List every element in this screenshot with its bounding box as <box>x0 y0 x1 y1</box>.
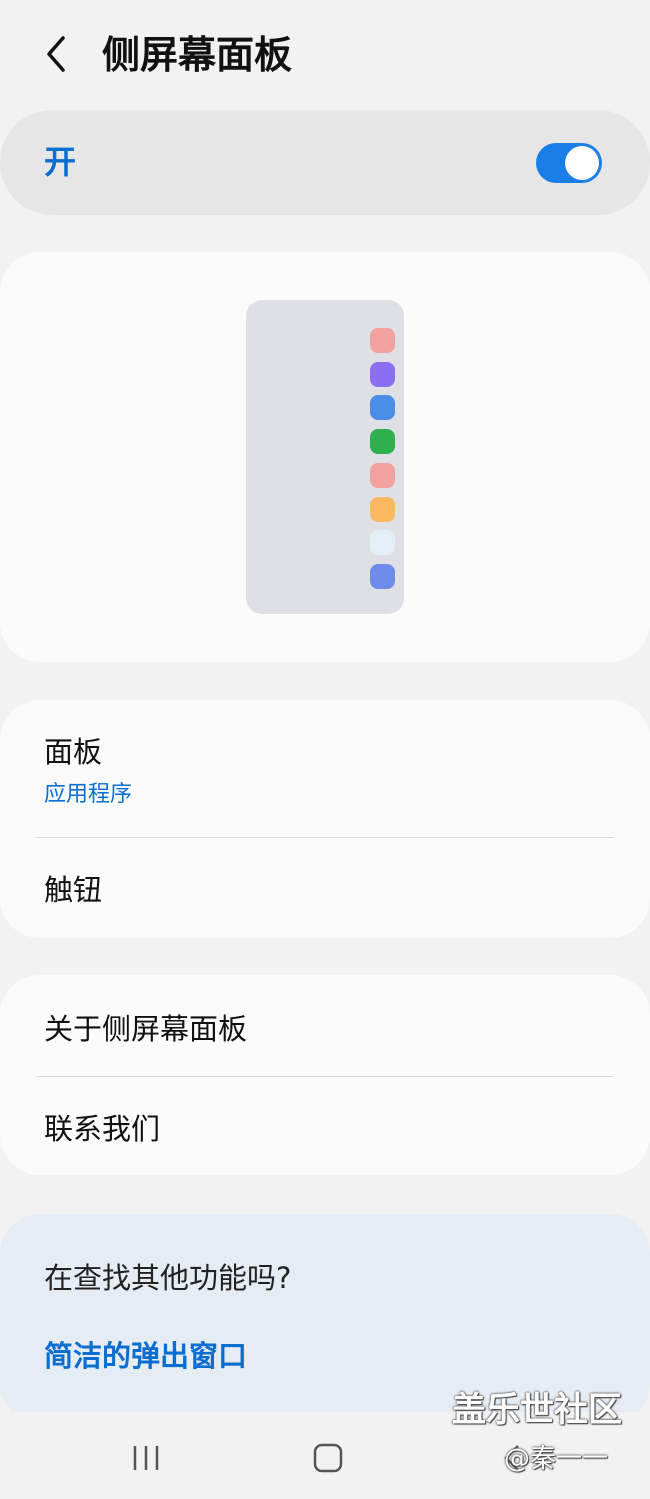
panels-title: 面板 <box>44 735 103 769</box>
watermark-brand: 盖乐世社区 <box>452 1390 622 1430</box>
suggestion-link[interactable]: 简洁的弹出窗口 <box>44 1336 247 1376</box>
recents-button[interactable] <box>121 1436 171 1480</box>
watermark-author: @秦一一 <box>504 1444 609 1474</box>
about-title: 关于侧屏幕面板 <box>44 1012 248 1046</box>
recents-icon <box>133 1446 159 1470</box>
preview-app-icon <box>370 564 395 589</box>
master-switch-label: 开 <box>44 143 77 181</box>
home-button[interactable] <box>303 1436 353 1480</box>
settings-group-panels: 面板 应用程序 触钮 <box>0 700 650 938</box>
list-item-about[interactable]: 关于侧屏幕面板 <box>0 975 650 1076</box>
page-title: 侧屏幕面板 <box>102 33 293 77</box>
chevron-left-icon <box>47 36 65 72</box>
preview-app-icon <box>370 328 395 353</box>
settings-group-info: 关于侧屏幕面板 联系我们 <box>0 975 650 1175</box>
panels-subtitle: 应用程序 <box>44 782 133 807</box>
preview-app-icon <box>370 463 395 488</box>
list-item-handle[interactable]: 触钮 <box>0 838 650 938</box>
home-icon <box>313 1443 343 1473</box>
list-item-contact[interactable]: 联系我们 <box>0 1077 650 1175</box>
preview-app-icon <box>370 497 395 522</box>
back-button[interactable] <box>30 28 82 80</box>
suggestion-question: 在查找其他功能吗? <box>44 1261 292 1295</box>
list-item-panels[interactable]: 面板 应用程序 <box>0 700 650 838</box>
contact-title: 联系我们 <box>44 1112 161 1146</box>
master-toggle-switch[interactable] <box>536 143 602 183</box>
preview-app-icon <box>370 362 395 387</box>
preview-app-icon <box>370 530 395 555</box>
handle-title: 触钮 <box>44 873 103 907</box>
app-header: 侧屏幕面板 <box>0 0 650 110</box>
preview-app-icon <box>370 429 395 454</box>
toggle-knob <box>565 146 599 180</box>
preview-app-icon <box>370 395 395 420</box>
